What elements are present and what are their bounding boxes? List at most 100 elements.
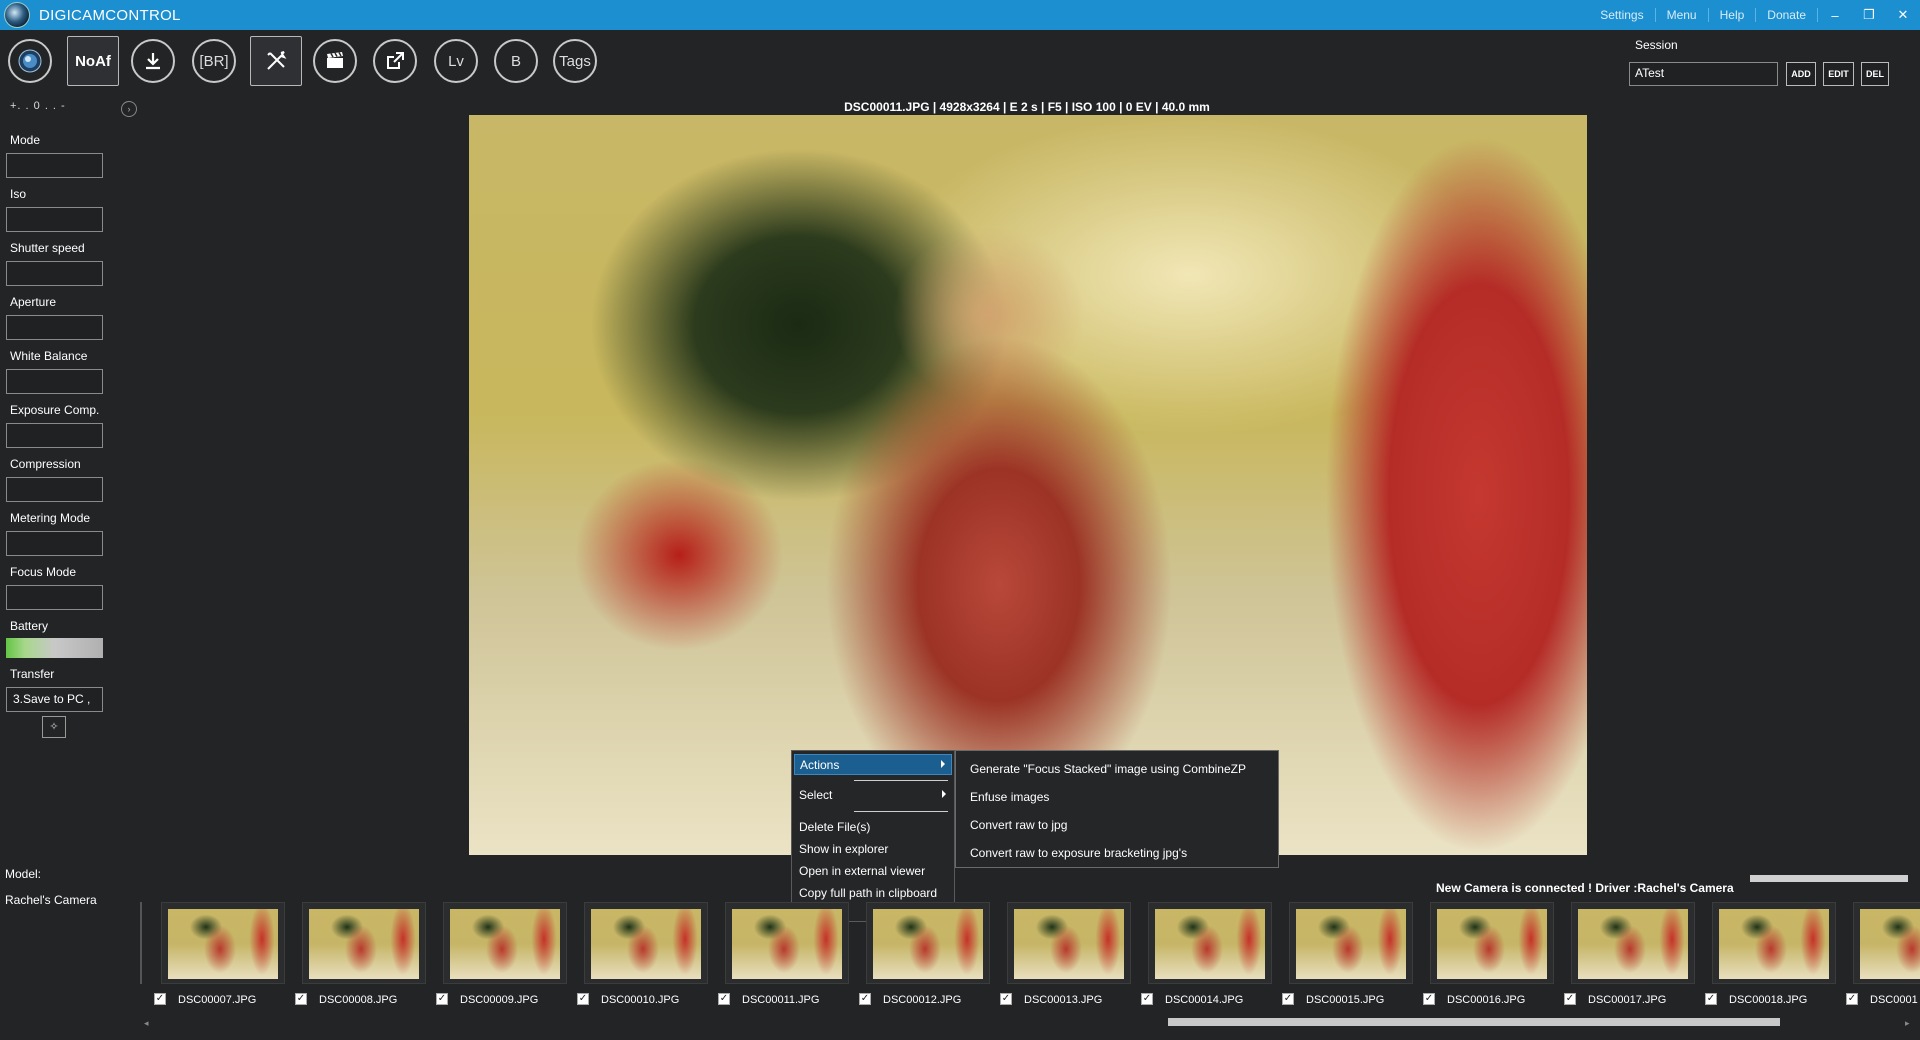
session-select[interactable]: ATest (1629, 62, 1778, 86)
thumbnail-checkbox[interactable]: ✓ (1141, 993, 1153, 1005)
session-label: Session (1635, 38, 1678, 52)
thumbnail-checkbox[interactable]: ✓ (1282, 993, 1294, 1005)
thumbnail-item[interactable] (161, 902, 285, 984)
ctx-show-in-explorer[interactable]: Show in explorer (794, 839, 952, 860)
battery-label: Battery (10, 619, 49, 633)
thumbnail-checkbox[interactable]: ✓ (718, 993, 730, 1005)
thumbnail-checkbox[interactable]: ✓ (436, 993, 448, 1005)
ctx-actions-label: Actions (800, 758, 840, 772)
ctx-select[interactable]: Select (794, 785, 952, 806)
submenu-enfuse-images[interactable]: Enfuse images (970, 790, 1049, 804)
thumbnail-item[interactable] (1289, 902, 1413, 984)
scroll-right-icon[interactable]: ▸ (1905, 1018, 1910, 1029)
thumbnail-image (873, 909, 983, 979)
thumbnail-label: DSC00014.JPG (1165, 994, 1244, 1006)
thumbnail-item[interactable] (1430, 902, 1554, 984)
thumbnail-item[interactable] (302, 902, 426, 984)
submenu-convert-raw-jpg[interactable]: Convert raw to jpg (970, 818, 1067, 832)
thumbnail-checkbox[interactable]: ✓ (1564, 993, 1576, 1005)
compression-select[interactable] (6, 477, 103, 502)
ctx-delete-files[interactable]: Delete File(s) (794, 817, 952, 838)
download-button[interactable] (131, 39, 175, 83)
thumbnail-label: DSC00017.JPG (1588, 994, 1667, 1006)
capture-button[interactable] (8, 39, 52, 83)
aperture-select[interactable] (6, 315, 103, 340)
noaf-button[interactable]: NoAf (67, 36, 119, 86)
thumbnail-item[interactable] (725, 902, 849, 984)
ctx-separator (854, 780, 948, 781)
exposure-comp-select[interactable] (6, 423, 103, 448)
thumbnail-label: DSC00015.JPG (1306, 994, 1385, 1006)
thumbnail-checkbox[interactable]: ✓ (859, 993, 871, 1005)
thumbnail-image (1578, 909, 1688, 979)
tags-button[interactable]: Tags (553, 39, 597, 83)
iso-select[interactable] (6, 207, 103, 232)
submenu-focus-stacked[interactable]: Generate "Focus Stacked" image using Com… (970, 762, 1246, 776)
thumbnail-item[interactable] (1007, 902, 1131, 984)
transfer-select[interactable]: 3.Save to PC , (6, 687, 103, 712)
thumbnail-item[interactable] (1853, 902, 1920, 984)
thumbnail-checkbox[interactable]: ✓ (295, 993, 307, 1005)
thumbnail-item[interactable] (1571, 902, 1695, 984)
metering-mode-label: Metering Mode (10, 511, 91, 525)
ev-scale: +. . 0 . . - (10, 100, 66, 112)
thumbnail-checkbox[interactable]: ✓ (1000, 993, 1012, 1005)
title-menu: Settings Menu Help Donate – ❐ ✕ (1589, 0, 1920, 30)
thumbnail-image (1296, 909, 1406, 979)
submenu-convert-raw-bracketing[interactable]: Convert raw to exposure bracketing jpg's (970, 846, 1187, 860)
external-link-icon (387, 52, 404, 69)
wand-icon[interactable]: ✧ (42, 716, 66, 738)
focus-mode-select[interactable] (6, 585, 103, 610)
thumbnail-image (450, 909, 560, 979)
ctx-open-external-viewer[interactable]: Open in external viewer (794, 861, 952, 882)
session-del-button[interactable]: DEL (1861, 62, 1889, 86)
mode-select[interactable] (6, 153, 103, 178)
transfer-label: Transfer (10, 667, 55, 681)
menu-donate[interactable]: Donate (1756, 8, 1818, 22)
browse-button[interactable] (373, 39, 417, 83)
thumbnail-item[interactable] (443, 902, 567, 984)
liveview-button[interactable]: Lv (434, 39, 478, 83)
session-edit-button[interactable]: EDIT (1823, 62, 1854, 86)
metering-mode-select[interactable] (6, 531, 103, 556)
chevron-right-icon[interactable]: › (121, 101, 137, 117)
compression-label: Compression (10, 457, 81, 471)
thumbnail-image (309, 909, 419, 979)
mode-label: Mode (10, 133, 41, 147)
capture-lens-icon (18, 49, 42, 73)
thumbnail-label: DSC00011.JPG (742, 994, 820, 1006)
movie-button[interactable] (313, 39, 357, 83)
thumbnail-scrollbar[interactable] (1168, 1018, 1780, 1026)
shutter-speed-select[interactable] (6, 261, 103, 286)
thumbnail-item[interactable] (866, 902, 990, 984)
thumbnail-checkbox[interactable]: ✓ (154, 993, 166, 1005)
thumbnail-checkbox[interactable]: ✓ (1846, 993, 1858, 1005)
main-image-preview[interactable] (469, 115, 1587, 855)
thumbnail-label: DSC00009.JPG (460, 994, 539, 1006)
bracketing-button[interactable]: [BR] (192, 39, 236, 83)
menu-help[interactable]: Help (1709, 8, 1757, 22)
tools-button[interactable] (250, 36, 302, 86)
minimize-icon[interactable]: – (1818, 8, 1852, 23)
thumbnail-item[interactable] (1712, 902, 1836, 984)
thumbnail-checkbox[interactable]: ✓ (577, 993, 589, 1005)
close-icon[interactable]: ✕ (1886, 7, 1920, 23)
thumbnail-item[interactable] (1148, 902, 1272, 984)
menu-settings[interactable]: Settings (1589, 8, 1656, 22)
submenu-arrow-icon (942, 790, 946, 798)
ctx-actions[interactable]: Actions (794, 754, 952, 775)
restore-icon[interactable]: ❐ (1852, 7, 1886, 23)
thumbnail-item[interactable] (584, 902, 708, 984)
tools-icon (267, 51, 287, 70)
iso-label: Iso (10, 187, 27, 201)
bulb-button[interactable]: B (494, 39, 538, 83)
white-balance-select[interactable] (6, 369, 103, 394)
white-balance-label: White Balance (10, 349, 88, 363)
thumbnail-checkbox[interactable]: ✓ (1423, 993, 1435, 1005)
app-title: DIGICAMCONTROL (39, 6, 181, 24)
session-add-button[interactable]: ADD (1786, 62, 1816, 86)
model-value: Rachel's Camera (5, 893, 97, 907)
thumbnail-checkbox[interactable]: ✓ (1705, 993, 1717, 1005)
menu-menu[interactable]: Menu (1656, 8, 1709, 22)
scroll-left-icon[interactable]: ◂ (144, 1018, 149, 1029)
